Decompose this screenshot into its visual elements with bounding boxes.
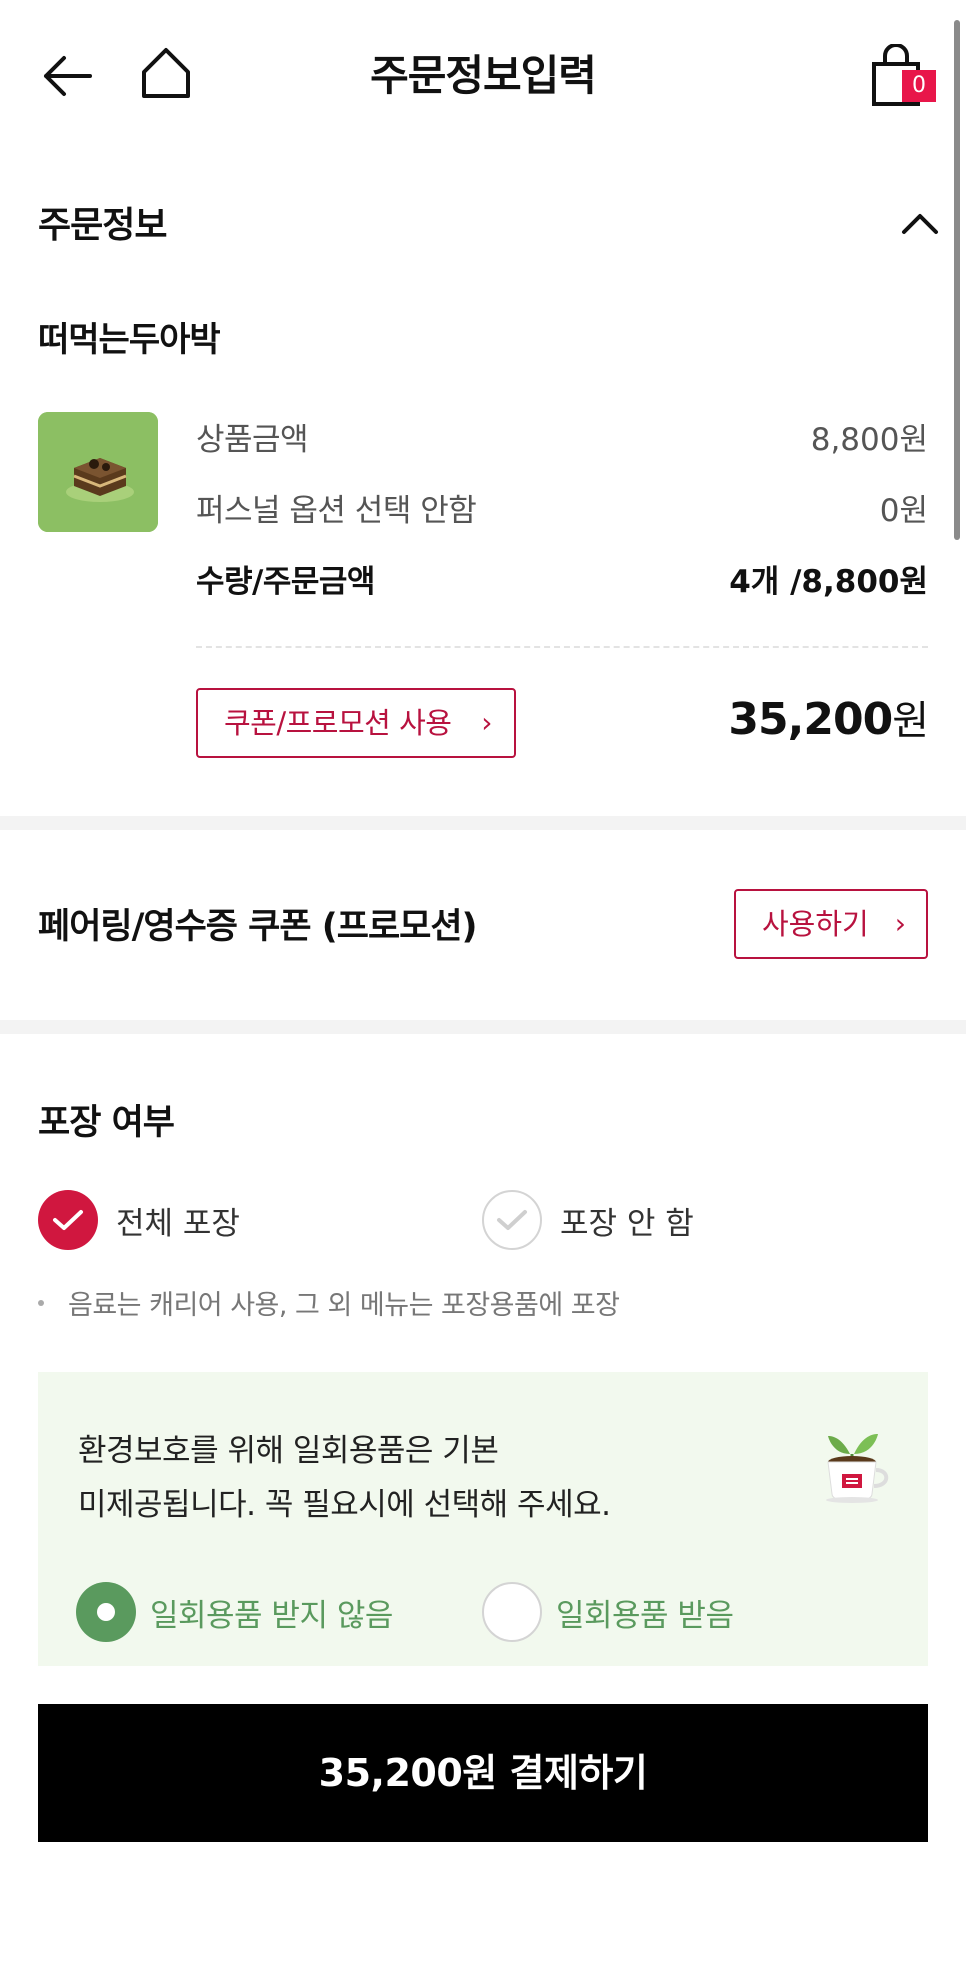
- dashed-divider: [196, 646, 928, 648]
- row-value-product-price: 8,800원: [810, 422, 928, 458]
- pay-button[interactable]: 35,200원 결제하기: [38, 1704, 928, 1842]
- eco-notice-line: 미제공됩니다. 꼭 필요시에 선택해 주세요.: [78, 1487, 611, 1523]
- row-value-personal-option: 0원: [879, 493, 928, 529]
- chevron-up-icon[interactable]: [898, 208, 942, 238]
- eco-option-receive-disposables[interactable]: 일회용품 받음: [482, 1582, 734, 1642]
- eco-option-label: 일회용품 받음: [556, 1597, 734, 1634]
- row-label-product-price: 상품금액: [196, 422, 309, 458]
- section-divider: [0, 1020, 966, 1034]
- checkmark-icon: [38, 1190, 98, 1250]
- radio-selected-icon: [76, 1582, 136, 1642]
- bullet-icon: [38, 1299, 44, 1306]
- eco-option-no-disposables[interactable]: 일회용품 받지 않음: [76, 1582, 393, 1642]
- eco-notice-box: 환경보호를 위해 일회용품은 기본 미제공됩니다. 꼭 필요시에 선택해 주세요…: [38, 1372, 928, 1666]
- total-unit: 원: [892, 698, 929, 744]
- product-name: 떠먹는두아박: [38, 320, 221, 360]
- eco-notice-text: 환경보호를 위해 일회용품은 기본 미제공됩니다. 꼭 필요시에 선택해 주세요…: [78, 1424, 611, 1532]
- packaging-title: 포장 여부: [38, 1103, 175, 1143]
- coupon-promotion-button[interactable]: 쿠폰/프로모션 사용 ›: [196, 688, 516, 758]
- row-label-quantity: 수량/주문금액: [196, 564, 375, 600]
- use-button-label: 사용하기: [762, 907, 869, 941]
- checkmark-icon: [482, 1190, 542, 1250]
- total-price: 35,200원: [728, 688, 929, 746]
- eco-notice-line: 환경보호를 위해 일회용품은 기본: [78, 1433, 499, 1469]
- packaging-note: 음료는 캐리어 사용, 그 외 메뉴는 포장용품에 포장: [38, 1283, 620, 1322]
- packaging-option-label: 전체 포장: [116, 1205, 240, 1242]
- section-title-order-info: 주문정보: [38, 205, 167, 246]
- total-amount: 35,200: [728, 694, 893, 745]
- coffee-cup-sprout-icon: [820, 1424, 892, 1504]
- row-value-quantity: 4개 /8,800원: [729, 564, 928, 600]
- row-label-personal-option: 퍼스널 옵션 선택 안함: [196, 493, 477, 529]
- packaging-option-none[interactable]: 포장 안 함: [482, 1190, 694, 1250]
- scrollbar[interactable]: [954, 20, 960, 540]
- page-title: 주문정보입력: [370, 51, 597, 100]
- section-divider: [0, 816, 966, 830]
- chevron-right-icon: ›: [894, 907, 906, 940]
- cart-count-badge: 0: [902, 70, 936, 102]
- product-image: [38, 412, 158, 532]
- packaging-option-all[interactable]: 전체 포장: [38, 1190, 240, 1250]
- packaging-option-label: 포장 안 함: [560, 1205, 694, 1242]
- packaging-note-text: 음료는 캐리어 사용, 그 외 메뉴는 포장용품에 포장: [68, 1290, 620, 1321]
- pairing-coupon-title: 페어링/영수증 쿠폰 (프로모션): [38, 907, 478, 947]
- use-coupon-button[interactable]: 사용하기 ›: [734, 889, 928, 959]
- header: 주문정보입력 0: [0, 0, 966, 150]
- chevron-right-icon: ›: [481, 706, 492, 739]
- radio-unselected-icon: [482, 1582, 542, 1642]
- eco-option-label: 일회용품 받지 않음: [150, 1597, 393, 1634]
- coupon-button-label: 쿠폰/프로모션 사용: [224, 706, 452, 740]
